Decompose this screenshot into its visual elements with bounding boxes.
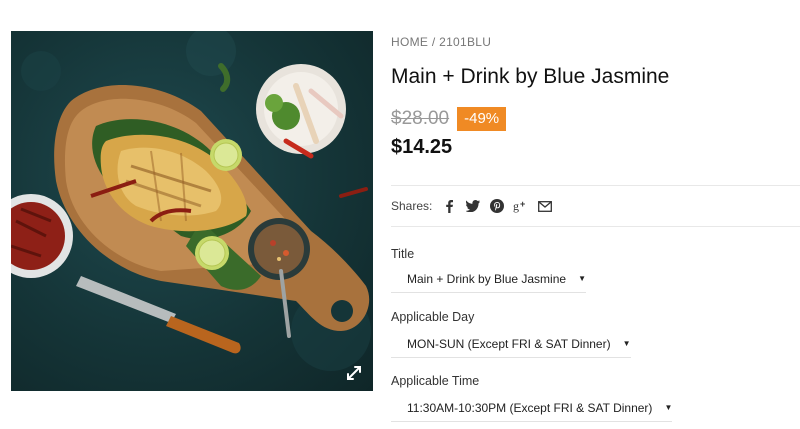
facebook-icon[interactable] (441, 198, 457, 214)
twitter-icon[interactable] (465, 198, 481, 214)
applicable-time-label: Applicable Time (391, 374, 480, 388)
expand-icon[interactable] (344, 363, 364, 383)
breadcrumb: HOME / 2101BLU (391, 35, 491, 49)
svg-text:g: g (513, 199, 519, 213)
svg-text:+: + (520, 199, 525, 209)
applicable-time-value: 11:30AM-10:30PM (Except FRI & SAT Dinner… (407, 400, 653, 415)
breadcrumb-home[interactable]: HOME (391, 35, 428, 49)
google-plus-icon[interactable]: g + (513, 198, 529, 214)
breadcrumb-current: 2101BLU (439, 35, 492, 49)
dropdown-caret-icon: ▼ (622, 339, 631, 348)
applicable-day-label: Applicable Day (391, 310, 475, 324)
divider (391, 185, 800, 186)
title-option-label: Title (391, 247, 415, 261)
share-bar: Shares: g + (391, 197, 561, 215)
product-info: HOME / 2101BLU Main + Drink by Blue Jasm… (391, 0, 800, 429)
applicable-day-select[interactable]: MON-SUN (Except FRI & SAT Dinner) ▼ (391, 330, 631, 358)
breadcrumb-separator: / (428, 35, 440, 49)
divider (391, 226, 800, 227)
shares-label: Shares: (391, 199, 433, 213)
pinterest-icon[interactable] (489, 198, 505, 214)
original-price: $28.00 (391, 108, 450, 129)
email-icon[interactable] (537, 198, 553, 214)
product-title: Main + Drink by Blue Jasmine (391, 65, 670, 88)
applicable-day-value: MON-SUN (Except FRI & SAT Dinner) (407, 336, 611, 351)
dropdown-caret-icon: ▼ (578, 274, 586, 283)
title-select-value: Main + Drink by Blue Jasmine (407, 271, 567, 286)
title-select[interactable]: Main + Drink by Blue Jasmine ▼ (391, 265, 586, 293)
applicable-time-select[interactable]: 11:30AM-10:30PM (Except FRI & SAT Dinner… (391, 394, 673, 422)
food-illustration (11, 31, 371, 371)
product-image[interactable] (11, 31, 373, 391)
price-row: $28.00 -49% (391, 106, 507, 132)
sale-price: $14.25 (391, 136, 453, 158)
discount-badge: -49% (457, 107, 507, 131)
dropdown-caret-icon: ▼ (664, 403, 673, 412)
